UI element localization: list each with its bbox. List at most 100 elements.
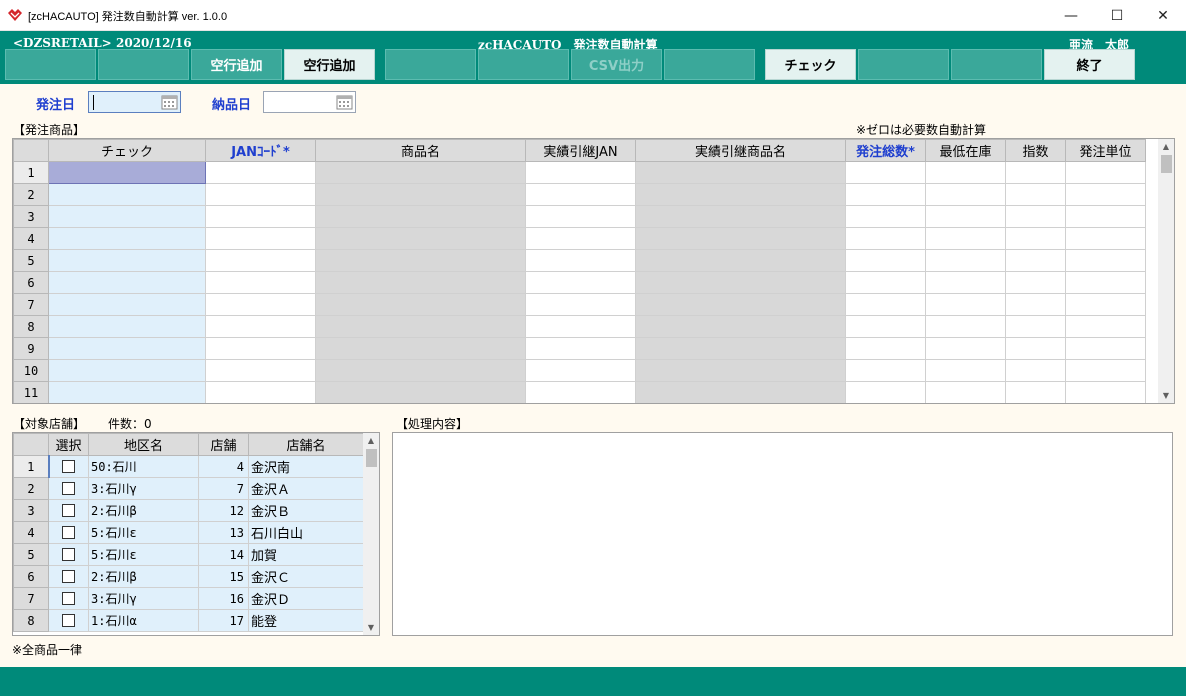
cell-order-unit[interactable] xyxy=(1065,271,1146,294)
col-header-index[interactable]: 指数 xyxy=(1005,139,1066,162)
minimize-button[interactable]: — xyxy=(1048,0,1094,31)
cell-select[interactable] xyxy=(48,521,89,544)
cell-check[interactable] xyxy=(48,161,206,184)
cell-jan[interactable] xyxy=(205,205,316,228)
cell-check[interactable] xyxy=(48,205,206,228)
cell-check[interactable] xyxy=(48,359,206,382)
scroll-up-arrow-icon[interactable]: ▲ xyxy=(363,433,379,448)
fkey-11-button[interactable] xyxy=(951,49,1042,80)
cell-carry-product-name[interactable] xyxy=(635,359,846,382)
cell-min-stock[interactable] xyxy=(925,183,1006,206)
stores-grid[interactable]: 選択 地区名 店舗 店舗名 1 50:石川 4 金沢南 2 3:石川γ 7 金沢Ａ 3 2:石川β… xyxy=(12,432,380,636)
cell-jan[interactable] xyxy=(205,359,316,382)
cell-carry-product-name[interactable] xyxy=(635,271,846,294)
cell-total-qty[interactable] xyxy=(845,205,926,228)
cell-jan[interactable] xyxy=(205,337,316,360)
add-blank-row-button[interactable]: 空行追加 xyxy=(284,49,375,80)
cell-carry-product-name[interactable] xyxy=(635,183,846,206)
cell-product-name[interactable] xyxy=(315,227,526,250)
product-row[interactable]: 9 xyxy=(13,337,1146,360)
cell-product-name[interactable] xyxy=(315,293,526,316)
cell-check[interactable] xyxy=(48,293,206,316)
col-header-min-stock[interactable]: 最低在庫 xyxy=(925,139,1006,162)
scroll-down-arrow-icon[interactable]: ▼ xyxy=(363,620,379,635)
store-select-checkbox[interactable] xyxy=(62,504,75,517)
col-header-store-name[interactable]: 店舗名 xyxy=(248,433,364,456)
col-header-order-unit[interactable]: 発注単位 xyxy=(1065,139,1146,162)
cell-order-unit[interactable] xyxy=(1065,381,1146,403)
product-row[interactable]: 5 xyxy=(13,249,1146,272)
store-select-checkbox[interactable] xyxy=(62,570,75,583)
cell-total-qty[interactable] xyxy=(845,381,926,403)
cell-min-stock[interactable] xyxy=(925,381,1006,403)
cell-total-qty[interactable] xyxy=(845,183,926,206)
cell-select[interactable] xyxy=(48,543,89,566)
fkey-8-button[interactable] xyxy=(664,49,755,80)
store-select-checkbox[interactable] xyxy=(62,548,75,561)
cell-carry-jan[interactable] xyxy=(525,293,636,316)
delivery-date-input[interactable] xyxy=(263,91,356,113)
cell-total-qty[interactable] xyxy=(845,359,926,382)
store-select-checkbox[interactable] xyxy=(62,526,75,539)
cell-carry-jan[interactable] xyxy=(525,359,636,382)
fkey-6-button[interactable] xyxy=(478,49,569,80)
cell-min-stock[interactable] xyxy=(925,249,1006,272)
cell-order-unit[interactable] xyxy=(1065,337,1146,360)
cell-index[interactable] xyxy=(1005,249,1066,272)
cell-carry-jan[interactable] xyxy=(525,271,636,294)
cell-carry-product-name[interactable] xyxy=(635,249,846,272)
scroll-up-arrow-icon[interactable]: ▲ xyxy=(1158,139,1174,154)
cell-order-unit[interactable] xyxy=(1065,161,1146,184)
cell-index[interactable] xyxy=(1005,359,1066,382)
product-row[interactable]: 7 xyxy=(13,293,1146,316)
cell-check[interactable] xyxy=(48,315,206,338)
product-row[interactable]: 6 xyxy=(13,271,1146,294)
stores-scrollbar[interactable]: ▲ ▼ xyxy=(363,433,379,635)
order-date-input[interactable] xyxy=(88,91,181,113)
fkey-10-button[interactable] xyxy=(858,49,949,80)
cell-product-name[interactable] xyxy=(315,205,526,228)
cell-total-qty[interactable] xyxy=(845,161,926,184)
product-row[interactable]: 2 xyxy=(13,183,1146,206)
cell-order-unit[interactable] xyxy=(1065,227,1146,250)
store-row[interactable]: 1 50:石川 4 金沢南 xyxy=(13,455,364,478)
cell-carry-jan[interactable] xyxy=(525,161,636,184)
cell-carry-jan[interactable] xyxy=(525,227,636,250)
product-row[interactable]: 8 xyxy=(13,315,1146,338)
scroll-thumb[interactable] xyxy=(1161,155,1172,173)
col-header-area[interactable]: 地区名 xyxy=(88,433,199,456)
cell-check[interactable] xyxy=(48,227,206,250)
cell-carry-product-name[interactable] xyxy=(635,381,846,403)
maximize-button[interactable]: ☐ xyxy=(1094,0,1140,31)
cell-min-stock[interactable] xyxy=(925,271,1006,294)
cell-check[interactable] xyxy=(48,183,206,206)
cell-order-unit[interactable] xyxy=(1065,315,1146,338)
calendar-icon[interactable] xyxy=(336,94,353,110)
cell-select[interactable] xyxy=(48,565,89,588)
exit-button[interactable]: 終了 xyxy=(1044,49,1135,80)
cell-total-qty[interactable] xyxy=(845,315,926,338)
products-grid[interactable]: チェック JANｺｰﾄﾞ* 商品名 実績引継JAN 実績引継商品名 発注総数* … xyxy=(12,138,1175,404)
calendar-icon[interactable] xyxy=(161,94,178,110)
cell-min-stock[interactable] xyxy=(925,161,1006,184)
cell-index[interactable] xyxy=(1005,381,1066,403)
store-row[interactable]: 3 2:石川β 12 金沢Ｂ xyxy=(13,499,364,522)
product-row[interactable]: 10 xyxy=(13,359,1146,382)
cell-total-qty[interactable] xyxy=(845,249,926,272)
cell-carry-jan[interactable] xyxy=(525,183,636,206)
cell-select[interactable] xyxy=(48,609,89,632)
cell-index[interactable] xyxy=(1005,315,1066,338)
store-select-checkbox[interactable] xyxy=(62,592,75,605)
cell-index[interactable] xyxy=(1005,227,1066,250)
col-header-check[interactable]: チェック xyxy=(48,139,206,162)
cell-jan[interactable] xyxy=(205,381,316,403)
cell-carry-product-name[interactable] xyxy=(635,161,846,184)
csv-export-button[interactable]: CSV出力 xyxy=(571,49,662,80)
cell-jan[interactable] xyxy=(205,161,316,184)
cell-check[interactable] xyxy=(48,337,206,360)
cell-carry-jan[interactable] xyxy=(525,381,636,403)
cell-check[interactable] xyxy=(48,249,206,272)
store-select-checkbox[interactable] xyxy=(62,482,75,495)
cell-total-qty[interactable] xyxy=(845,227,926,250)
fkey-1-button[interactable] xyxy=(5,49,96,80)
